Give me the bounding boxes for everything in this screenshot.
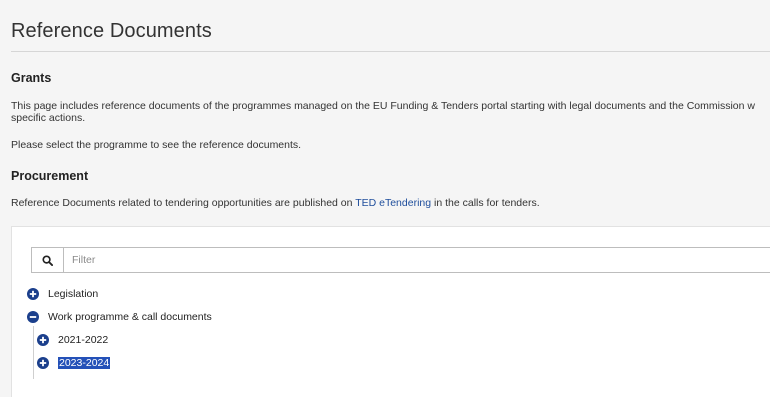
- tree-item-legislation[interactable]: Legislation: [27, 288, 98, 300]
- grants-description-line1: This page includes reference documents o…: [11, 100, 755, 112]
- tree-guide-line: [33, 326, 34, 379]
- filter-search-button[interactable]: [32, 248, 64, 272]
- tree-item-2021-2022[interactable]: 2021-2022: [37, 334, 108, 346]
- procurement-heading: Procurement: [11, 169, 89, 183]
- procurement-text-after: in the calls for tenders.: [431, 197, 540, 209]
- tree-item-label: 2021-2022: [58, 334, 109, 346]
- filter-input[interactable]: [64, 248, 770, 272]
- tree-item-label-selected: 2023-2024: [58, 357, 111, 369]
- filter-box: [31, 247, 770, 273]
- plus-circle-icon[interactable]: [37, 334, 49, 346]
- search-icon: [42, 254, 53, 266]
- tree-item-label: Legislation: [48, 288, 99, 300]
- ted-etendering-link[interactable]: TED eTendering: [355, 197, 431, 209]
- grants-instruction: Please select the programme to see the r…: [11, 139, 302, 151]
- tree-item-work-programme[interactable]: Work programme & call documents: [27, 311, 212, 323]
- procurement-text-before: Reference Documents related to tendering…: [11, 197, 356, 209]
- grants-heading: Grants: [11, 71, 52, 85]
- grants-description-line2: specific actions.: [11, 112, 86, 124]
- title-divider: [11, 51, 770, 52]
- plus-circle-icon[interactable]: [37, 357, 49, 369]
- plus-circle-icon[interactable]: [27, 288, 39, 300]
- tree-item-label: Work programme & call documents: [48, 311, 212, 323]
- page-title: Reference Documents: [11, 20, 212, 42]
- minus-circle-icon[interactable]: [27, 311, 39, 323]
- tree-item-2023-2024[interactable]: 2023-2024: [37, 357, 111, 369]
- procurement-description: Reference Documents related to tendering…: [11, 197, 540, 210]
